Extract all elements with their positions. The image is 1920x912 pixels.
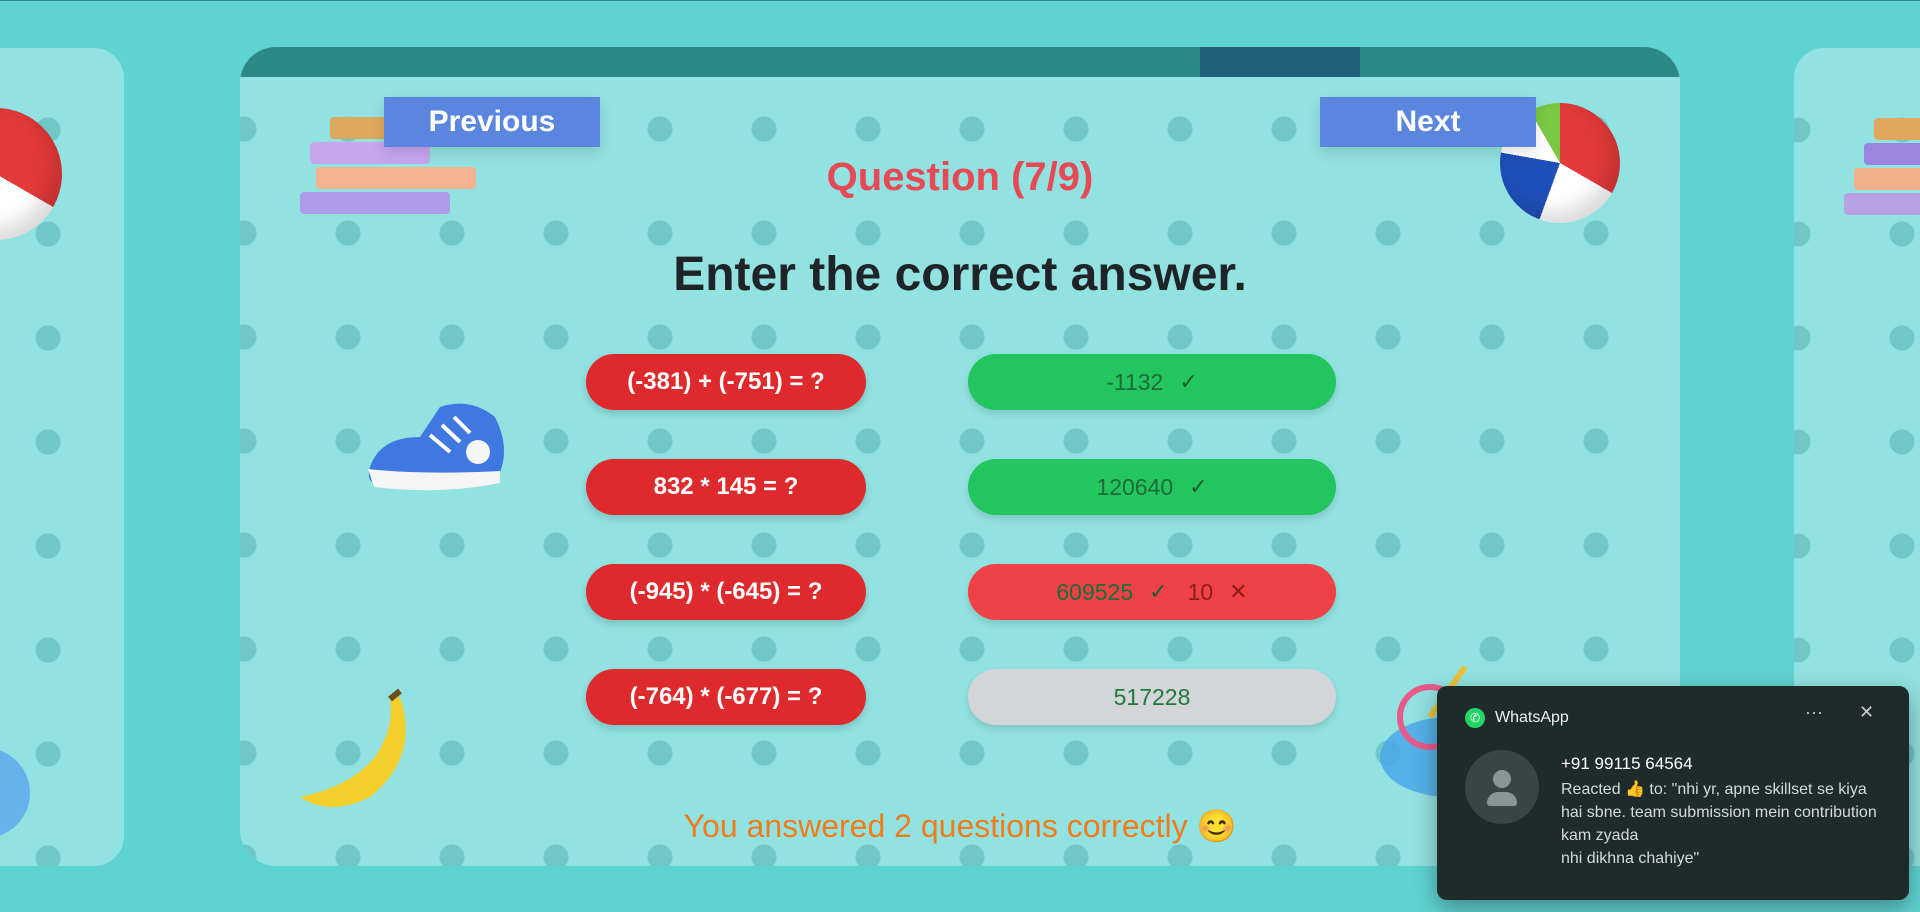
wrong-answer-value: 10 <box>1187 578 1214 605</box>
question-pill: 832 * 145 = ? <box>586 459 866 515</box>
avatar-icon <box>1465 750 1539 824</box>
whatsapp-icon: ✆ <box>1465 708 1485 728</box>
answer-pill[interactable]: 120640 ✓ <box>968 459 1336 515</box>
previous-card-peek[interactable] <box>0 48 124 866</box>
previous-button[interactable]: Previous <box>384 97 600 147</box>
answer-value: -1132 <box>1106 368 1164 395</box>
check-icon: ✓ <box>1149 579 1168 604</box>
answer-value: 120640 <box>1096 473 1174 500</box>
whatsapp-notification[interactable]: ✆ WhatsApp ··· ✕ +91 99115 64564 Reacted… <box>1437 686 1909 900</box>
toast-app-name: WhatsApp <box>1495 709 1569 726</box>
answer-pill[interactable]: -1132 ✓ <box>968 354 1336 410</box>
check-icon: ✓ <box>1189 474 1208 499</box>
toast-header: ✆ WhatsApp <box>1465 708 1569 728</box>
question-row: (-945) * (-645) = ? 609525 ✓ 10 ✕ <box>240 564 1680 620</box>
cross-icon: ✕ <box>1229 579 1248 604</box>
more-icon[interactable]: ··· <box>1805 702 1823 723</box>
toast-message: Reacted 👍 to: "nhi yr, apne skillset se … <box>1561 781 1877 867</box>
books-decoration <box>1834 118 1920 218</box>
check-icon: ✓ <box>1179 369 1198 394</box>
question-pill: (-764) * (-677) = ? <box>586 669 866 725</box>
question-title: Question (7/9) <box>826 155 1094 199</box>
question-pill: (-945) * (-645) = ? <box>586 564 866 620</box>
next-button[interactable]: Next <box>1320 97 1536 147</box>
question-pill: (-381) + (-751) = ? <box>586 354 866 410</box>
beach-ball-decoration <box>0 108 62 240</box>
answer-value: 517228 <box>1113 683 1191 710</box>
correct-answer-value: 609525 <box>1056 578 1134 605</box>
close-icon[interactable]: ✕ <box>1859 702 1874 723</box>
question-row: 832 * 145 = ? 120640 ✓ <box>240 459 1680 515</box>
top-border <box>0 0 1920 1</box>
round-decoration <box>0 748 30 838</box>
progress-current-segment <box>1200 47 1360 77</box>
answer-input[interactable]: 517228 <box>968 669 1336 725</box>
instruction-text: Enter the correct answer. <box>673 248 1247 301</box>
question-row: (-381) + (-751) = ? -1132 ✓ <box>240 354 1680 410</box>
toast-sender: +91 99115 64564 <box>1561 754 1693 773</box>
progress-bar <box>240 47 1680 77</box>
answer-pill[interactable]: 609525 ✓ 10 ✕ <box>968 564 1336 620</box>
